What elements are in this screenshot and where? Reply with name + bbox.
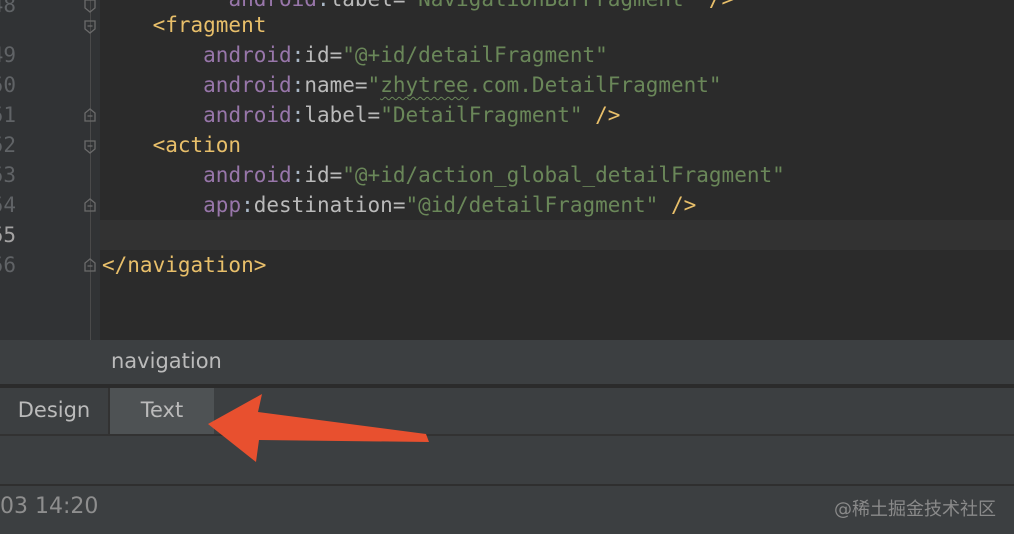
gutter-separator (90, 0, 91, 340)
status-bar: 03 14:20 @稀土掘金技术社区 (0, 484, 1014, 534)
code-editor[interactable]: 48 49 50 51 52 53 54 55 56 android:label… (0, 0, 1014, 340)
code-token: /> (696, 0, 734, 11)
code-token: : (291, 103, 305, 127)
code-token: name= (304, 73, 368, 97)
code-token: : (291, 163, 305, 187)
line-number: 49 (0, 43, 16, 67)
code-token: /> (582, 103, 621, 127)
code-token: "@+id/action_global_detailFragment" (342, 163, 785, 187)
fold-start-icon[interactable] (83, 140, 97, 154)
code-token: : (317, 0, 330, 11)
breadcrumb[interactable]: navigation (111, 349, 222, 373)
code-token: " (367, 73, 381, 97)
code-token: </navigation> (102, 253, 267, 277)
code-token: label= (330, 0, 406, 11)
code-token: "@+id/detailFragment" (342, 43, 608, 67)
code-line[interactable]: android:id="@+id/detailFragment" (102, 40, 608, 70)
line-number: 48 (0, 0, 16, 17)
code-token: destination= (253, 193, 406, 217)
code-line[interactable]: android:name="zhytree.com.DetailFragment… (102, 70, 722, 100)
code-line[interactable]: app:destination="@id/detailFragment" /> (102, 190, 696, 220)
fold-start-icon[interactable] (83, 20, 97, 34)
code-token: "DetailFragment" (380, 103, 583, 127)
line-number: 50 (0, 73, 16, 97)
code-token: : (241, 193, 254, 217)
code-line[interactable]: android:id="@+id/action_global_detailFra… (102, 160, 785, 190)
code-token: label= (304, 103, 381, 127)
code-token: android (203, 43, 292, 67)
line-number: 52 (0, 133, 16, 157)
tab-text[interactable]: Text (110, 388, 214, 434)
fold-end-icon[interactable] (83, 108, 97, 122)
code-token: android (203, 163, 292, 187)
code-token: android (203, 73, 292, 97)
breadcrumb-bar: navigation (0, 340, 1014, 384)
code-token: "@id/detailFragment" (405, 193, 659, 217)
code-token: <action (152, 133, 242, 157)
code-token: <fragment (152, 13, 267, 37)
code-token: /> (658, 193, 697, 217)
code-line[interactable]: <action (102, 130, 242, 160)
status-timestamp: 03 14:20 (0, 494, 99, 519)
fold-end-icon[interactable] (83, 198, 97, 212)
fold-end-icon[interactable] (83, 258, 97, 272)
line-number-current: 55 (0, 223, 16, 247)
current-line-highlight (100, 220, 1014, 250)
code-line[interactable]: </navigation> (102, 250, 266, 280)
tab-design[interactable]: Design (0, 388, 108, 434)
code-token: : (291, 73, 305, 97)
editor-mode-tabs: Design Text (0, 388, 1014, 436)
code-token: id= (304, 163, 343, 187)
code-token: android (203, 103, 292, 127)
code-token: .com.DetailFragment" (468, 73, 722, 97)
watermark: @稀土掘金技术社区 (834, 499, 996, 520)
code-line[interactable]: android:label="DetailFragment" /> (102, 100, 620, 130)
line-number: 53 (0, 163, 16, 187)
code-token: id= (304, 43, 343, 67)
tool-panel (0, 436, 1014, 484)
code-token: "NavigationBarFragment" (405, 0, 696, 11)
code-token: : (291, 43, 305, 67)
line-number: 51 (0, 103, 16, 127)
code-line[interactable]: <fragment (102, 10, 267, 40)
spellcheck-warning: zhytree (380, 73, 469, 97)
line-number: 56 (0, 253, 16, 277)
line-number: 54 (0, 193, 16, 217)
code-token: app (203, 193, 242, 217)
fold-end-icon[interactable] (83, 0, 97, 13)
